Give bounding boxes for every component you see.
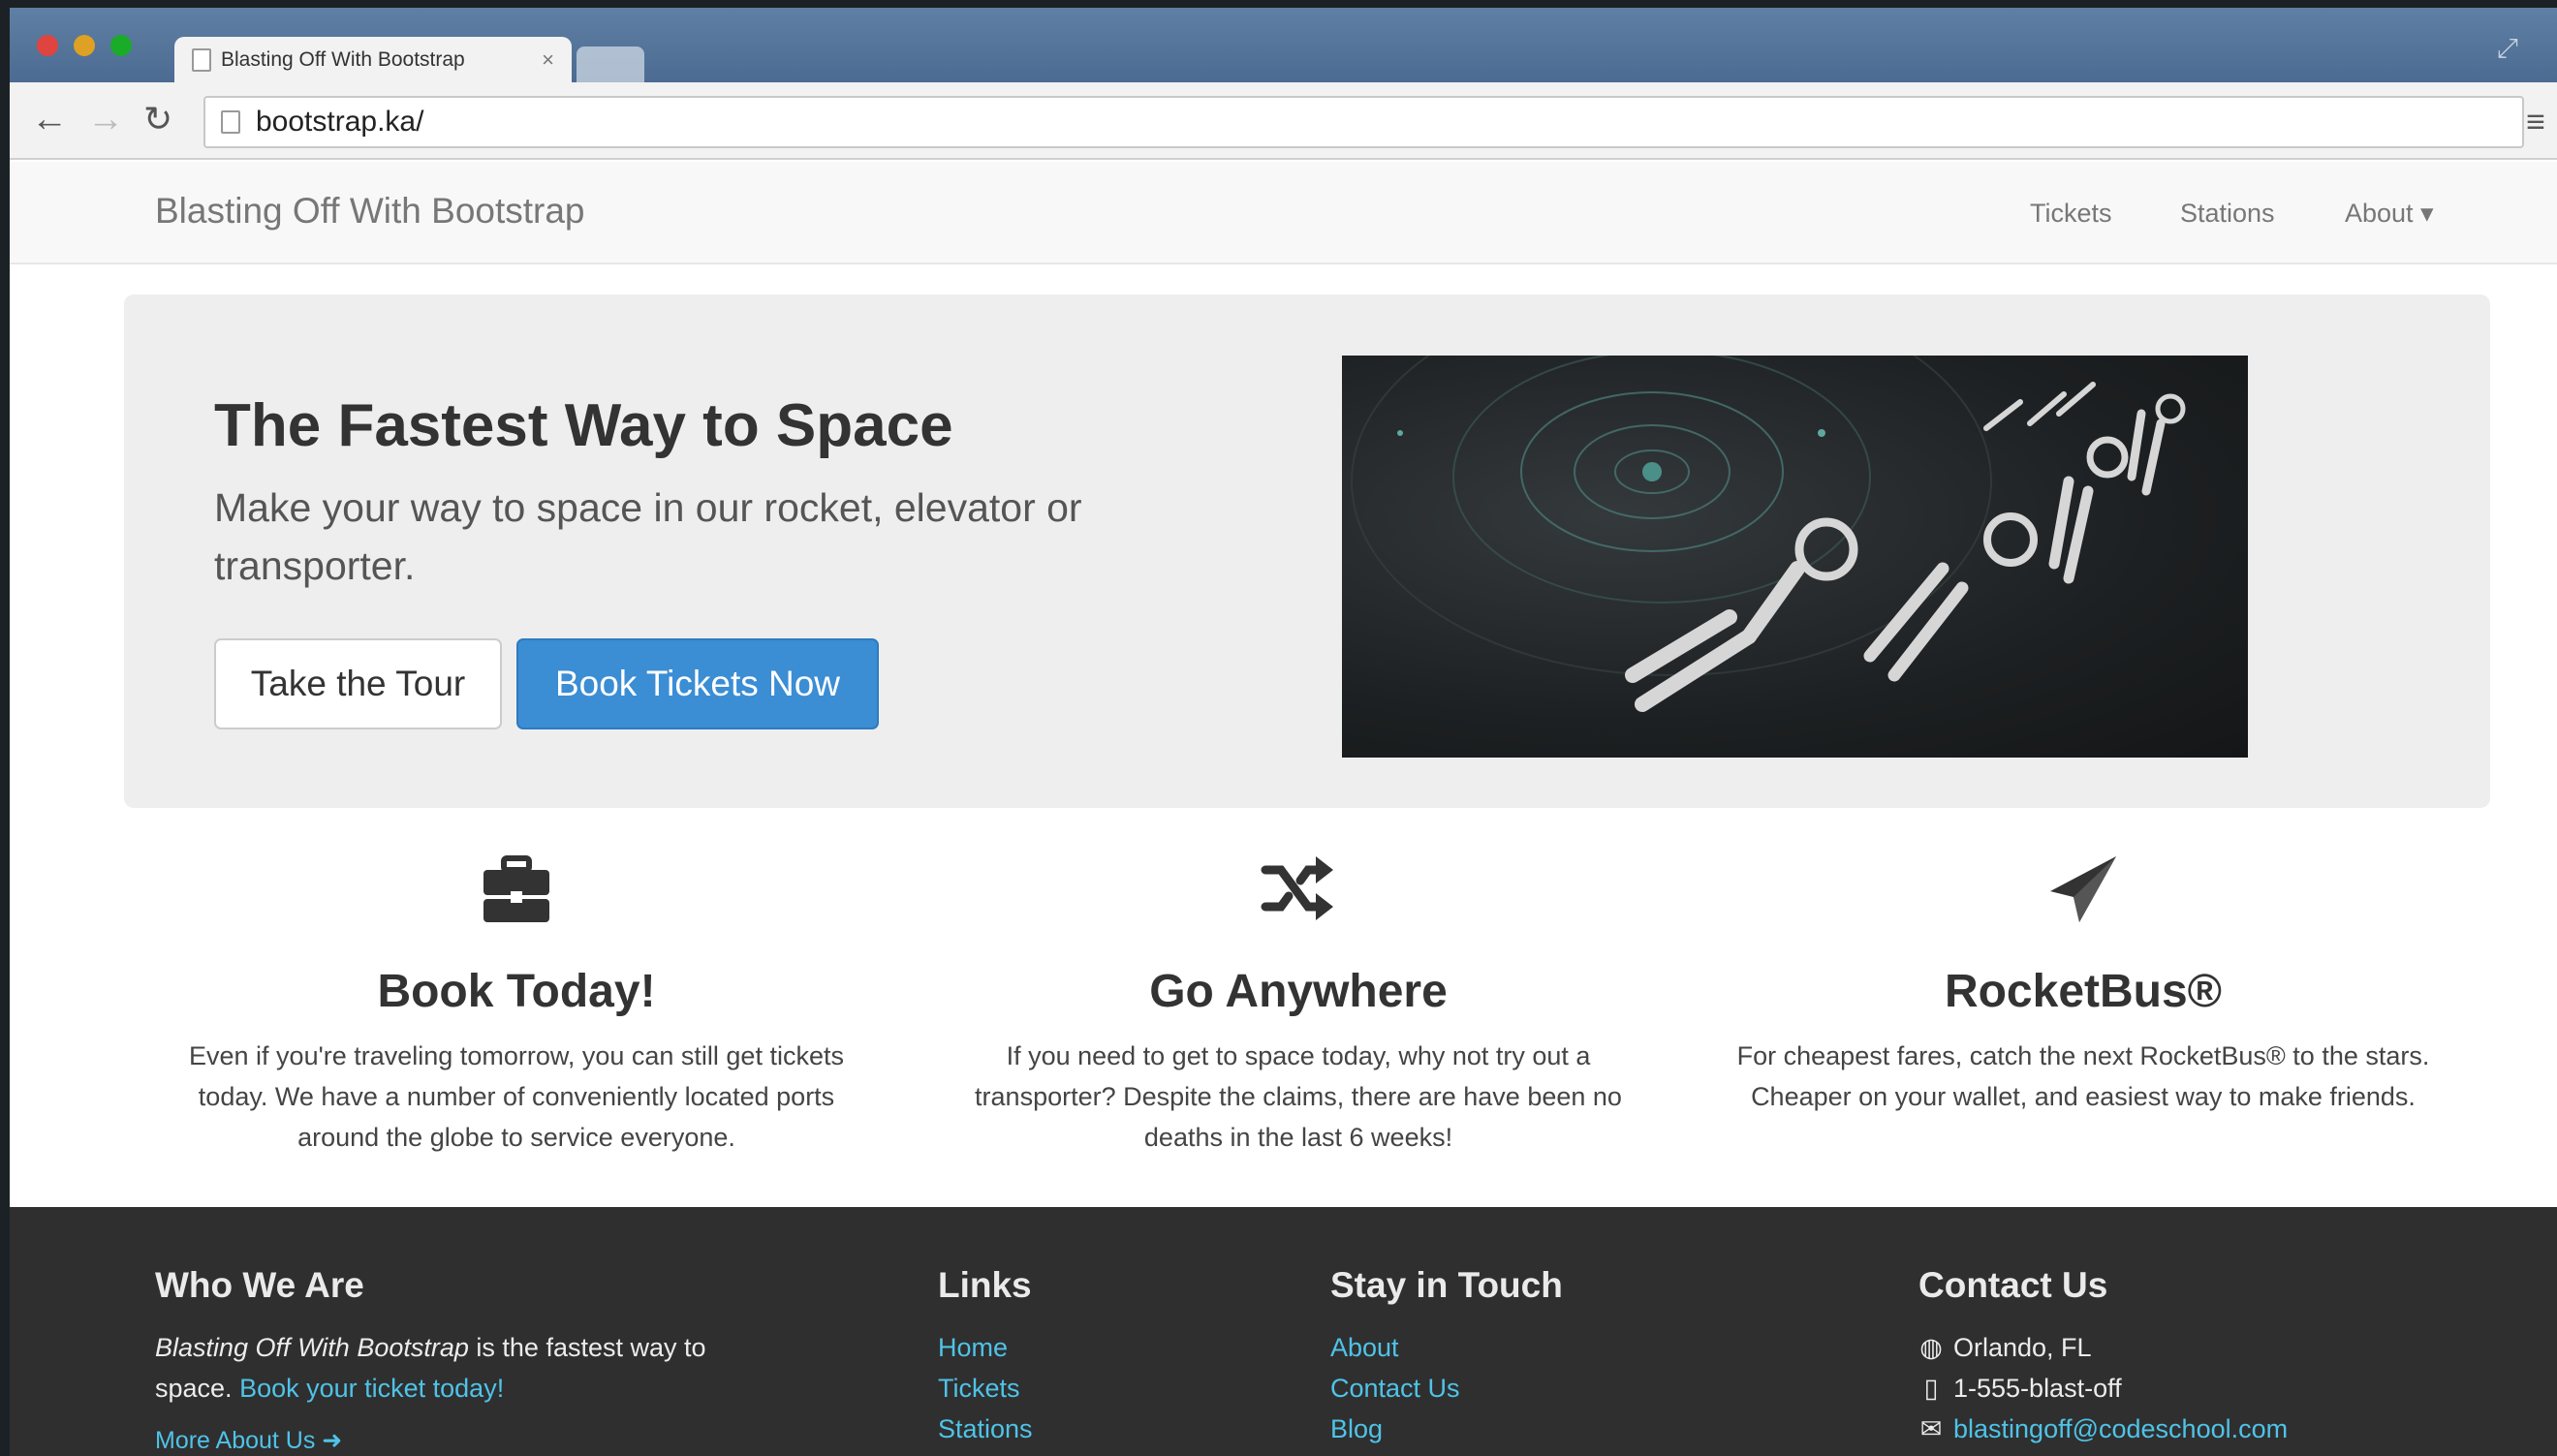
footer-heading: Links <box>938 1265 1032 1305</box>
browser-toolbar: ← → ↻ bootstrap.ka/ ≡ <box>10 82 2557 160</box>
location-text: Orlando, FL <box>1953 1333 2092 1362</box>
address-bar[interactable]: bootstrap.ka/ <box>203 96 2524 148</box>
take-tour-button[interactable]: Take the Tour <box>214 638 502 729</box>
footer-who-we-are: Who We Are Blasting Off With Bootstrap i… <box>155 1265 736 1455</box>
footer-link-about[interactable]: About <box>1330 1327 1563 1368</box>
footer-brand-italic: Blasting Off With Bootstrap <box>155 1333 469 1362</box>
feature-rocketbus: RocketBus® For cheapest fares, catch the… <box>1715 831 2451 1117</box>
send-icon <box>2050 856 2116 922</box>
phone-icon: ▯ <box>1923 1374 1939 1403</box>
reload-icon[interactable]: ↻ <box>143 100 172 139</box>
menu-icon[interactable]: ≡ <box>2526 104 2545 141</box>
page-icon <box>192 47 211 72</box>
phone-text: 1-555-blast-off <box>1953 1374 2122 1403</box>
contact-email: ✉ blastingoff@codeschool.com <box>1918 1409 2288 1449</box>
hero-image <box>1342 356 2248 758</box>
tab-title: Blasting Off With Bootstrap <box>221 47 465 71</box>
maximize-window-button[interactable] <box>110 35 132 56</box>
footer-link-contact[interactable]: Contact Us <box>1330 1368 1563 1409</box>
footer-link-home[interactable]: Home <box>938 1327 1033 1368</box>
feature-title: RocketBus® <box>1944 966 2223 1017</box>
footer-link-tickets[interactable]: Tickets <box>938 1368 1033 1409</box>
feature-text: For cheapest fares, catch the next Rocke… <box>1736 1041 2430 1111</box>
footer-links: Links Home Tickets Stations <box>938 1265 1033 1449</box>
contact-location: ◍ Orlando, FL <box>1918 1327 2288 1368</box>
page-icon <box>221 110 240 134</box>
minimize-window-button[interactable] <box>74 35 95 56</box>
close-window-button[interactable] <box>37 35 58 56</box>
hero-jumbotron: The Fastest Way to Space Make your way t… <box>124 294 2490 808</box>
globe-icon: ◍ <box>1919 1333 1943 1362</box>
forward-arrow-icon[interactable]: → <box>87 100 124 139</box>
more-about-us-link[interactable]: More About Us ➜ <box>155 1426 736 1455</box>
features-row: Book Today! Even if you're traveling tom… <box>124 831 2490 1180</box>
footer-link-stations[interactable]: Stations <box>938 1409 1033 1449</box>
hero-title: The Fastest Way to Space <box>214 392 953 459</box>
feature-title: Go Anywhere <box>1149 966 1448 1017</box>
navbar-brand[interactable]: Blasting Off With Bootstrap <box>155 191 585 232</box>
footer-heading: Who We Are <box>155 1265 364 1305</box>
envelope-icon: ✉ <box>1919 1414 1943 1443</box>
contact-phone: ▯ 1-555-blast-off <box>1918 1368 2288 1409</box>
feature-go-anywhere: Go Anywhere If you need to get to space … <box>930 831 1667 1158</box>
browser-tab[interactable]: Blasting Off With Bootstrap × <box>174 37 572 82</box>
astronauts-illustration <box>1351 356 2186 712</box>
footer-contact-us: Contact Us ◍ Orlando, FL ▯ 1-555-blast-o… <box>1918 1265 2288 1449</box>
book-tickets-button[interactable]: Book Tickets Now <box>516 638 879 729</box>
new-tab-button[interactable] <box>577 46 644 82</box>
site-navbar: Blasting Off With Bootstrap Tickets Stat… <box>10 162 2557 264</box>
tab-close-icon[interactable]: × <box>542 47 554 73</box>
back-arrow-icon[interactable]: ← <box>31 100 68 139</box>
feature-book-today: Book Today! Even if you're traveling tom… <box>148 831 885 1158</box>
hero-lead: Make your way to space in our rocket, el… <box>214 485 1082 588</box>
browser-window: Blasting Off With Bootstrap × ⤢ ← → ↻ bo… <box>10 8 2557 1456</box>
feature-text: Even if you're traveling tomorrow, you c… <box>189 1041 844 1152</box>
nav-link-stations[interactable]: Stations <box>2180 199 2275 229</box>
footer-stay-in-touch: Stay in Touch About Contact Us Blog <box>1330 1265 1563 1449</box>
url-text[interactable]: bootstrap.ka/ <box>256 106 423 139</box>
nav-link-tickets[interactable]: Tickets <box>2030 199 2112 229</box>
footer-heading: Stay in Touch <box>1330 1265 1563 1305</box>
feature-text: If you need to get to space today, why n… <box>975 1041 1622 1152</box>
book-ticket-link[interactable]: Book your ticket today! <box>239 1374 504 1403</box>
footer-link-blog[interactable]: Blog <box>1330 1409 1563 1449</box>
fullscreen-icon[interactable]: ⤢ <box>2497 33 2518 65</box>
email-link[interactable]: blastingoff@codeschool.com <box>1953 1409 2288 1449</box>
briefcase-icon <box>483 855 549 922</box>
shuffle-icon <box>1261 856 1333 920</box>
footer-heading: Contact Us <box>1918 1265 2108 1305</box>
feature-title: Book Today! <box>377 966 656 1017</box>
nav-dropdown-about[interactable]: About ▾ <box>2345 199 2434 229</box>
footer-who-text: Blasting Off With Bootstrap is the faste… <box>155 1327 736 1409</box>
browser-tabstrip: Blasting Off With Bootstrap × ⤢ <box>10 8 2557 82</box>
site-footer: Who We Are Blasting Off With Bootstrap i… <box>10 1207 2557 1456</box>
